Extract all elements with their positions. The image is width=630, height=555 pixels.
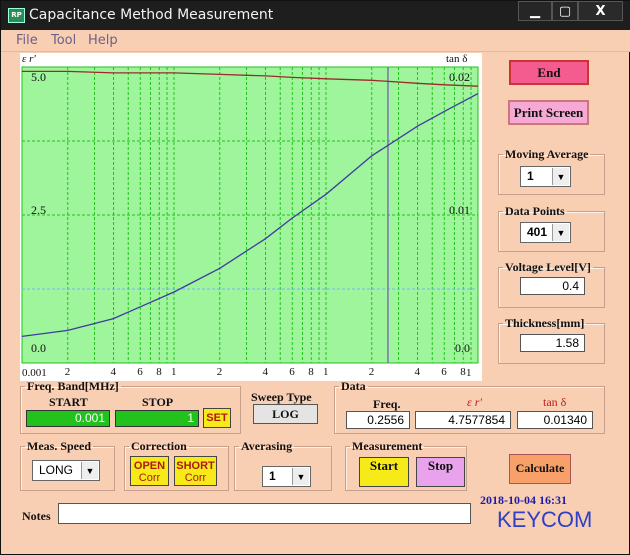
right-axis-label: tan δ <box>446 53 468 65</box>
x-tick-label: 4 <box>111 366 117 378</box>
calculate-button[interactable]: Calculate <box>509 454 571 484</box>
short-corr-line1: SHORT <box>176 460 215 472</box>
window-title: Capacitance Method Measurement <box>29 7 274 23</box>
timestamp: 2018-10-04 16:31 <box>480 493 567 507</box>
x-tick-label: 6 <box>137 366 143 378</box>
freq-value: 0.2556 <box>346 411 410 429</box>
chevron-down-icon: ▼ <box>292 468 309 485</box>
moving-average-select[interactable]: 1 ▼ <box>520 166 571 187</box>
y-right-tick-top: 0.02 <box>449 70 470 84</box>
app-icon: RP <box>8 8 25 23</box>
minimize-button[interactable]: ▁ <box>518 1 552 21</box>
x-tick-label: 4 <box>263 366 269 378</box>
x-tick-label: 2 <box>369 366 375 378</box>
x-tick-end: 1 <box>466 367 472 379</box>
menu-file[interactable]: File <box>16 33 38 48</box>
voltage-level-input[interactable]: 0.4 <box>520 277 585 295</box>
x-tick-label: 2 <box>65 366 71 378</box>
maximize-button[interactable]: ▢ <box>552 1 578 21</box>
chevron-down-icon: ▼ <box>552 168 569 185</box>
stop-freq-input[interactable]: 1 <box>115 410 199 427</box>
app-window: RP Capacitance Method Measurement ▁ ▢ X … <box>0 0 630 555</box>
meas-speed-label: Meas. Speed <box>27 439 91 453</box>
plot-canvas: 24681246812468 <box>21 66 479 378</box>
x-tick-label: 8 <box>156 366 162 378</box>
open-corr-line1: OPEN <box>133 460 166 472</box>
measurement-plot: 24681246812468 ε r' tan δ 5.0 2.5 0.0 0.… <box>20 53 482 381</box>
short-corr-line2: Corr <box>184 472 207 484</box>
meas-speed-value: LONG <box>39 463 74 477</box>
chevron-down-icon: ▼ <box>552 224 569 241</box>
menu-help[interactable]: Help <box>88 33 118 48</box>
x-tick-label: 6 <box>289 366 295 378</box>
notes-label: Notes <box>22 509 51 523</box>
start-button[interactable]: Start <box>359 457 409 487</box>
x-tick-start: 0.001 <box>22 367 47 379</box>
freq-column-label: Freq. <box>373 397 401 411</box>
averaging-label: Averasing <box>241 439 293 453</box>
data-points-label: Data Points <box>505 204 565 218</box>
sweep-type-label: Sweep Type <box>251 390 312 404</box>
measurement-label: Measurement <box>352 439 423 453</box>
close-button[interactable]: X <box>578 1 623 21</box>
x-tick-label: 1 <box>323 366 329 378</box>
freq-band-label: Freq. Band[MHz] <box>27 379 119 393</box>
data-points-select[interactable]: 401 ▼ <box>520 222 571 243</box>
tan-column-label: tan δ <box>543 395 567 409</box>
open-corr-line2: Corr <box>138 472 161 484</box>
stop-button[interactable]: Stop <box>416 457 465 487</box>
x-tick-label: 8 <box>308 366 314 378</box>
stop-label: STOP <box>142 395 174 409</box>
data-label: Data <box>341 379 366 393</box>
title-bar: RP Capacitance Method Measurement ▁ ▢ X <box>1 1 630 30</box>
thickness-label: Thickness[mm] <box>505 316 585 330</box>
notes-input[interactable] <box>58 503 471 524</box>
correction-label: Correction <box>131 439 187 453</box>
y-left-tick-top: 5.0 <box>31 70 46 84</box>
averaging-select[interactable]: 1 ▼ <box>262 466 311 487</box>
data-points-value: 401 <box>527 225 548 239</box>
y-right-tick-bottom: 0.0 <box>455 341 470 355</box>
y-left-tick-mid: 2.5 <box>31 203 46 217</box>
short-corr-button[interactable]: SHORT Corr <box>174 456 217 486</box>
meas-speed-select[interactable]: LONG ▼ <box>32 460 100 481</box>
end-button[interactable]: End <box>509 60 589 85</box>
print-screen-button[interactable]: Print Screen <box>508 100 589 125</box>
moving-average-label: Moving Average <box>505 147 589 161</box>
log-button[interactable]: LOG <box>253 404 318 424</box>
menu-bar: File Tool Help <box>1 30 630 52</box>
eps-column-label: ε r' <box>467 395 482 409</box>
y-left-tick-bottom: 0.0 <box>31 341 46 355</box>
x-tick-label: 2 <box>217 366 223 378</box>
voltage-level-label: Voltage Level[V] <box>505 260 591 274</box>
eps-value: 4.7577854 <box>415 411 511 429</box>
menu-tool[interactable]: Tool <box>51 33 76 48</box>
tan-value: 0.01340 <box>517 411 593 429</box>
averaging-value: 1 <box>269 469 276 483</box>
thickness-input[interactable]: 1.58 <box>520 334 585 352</box>
start-label: START <box>49 395 88 409</box>
open-corr-button[interactable]: OPEN Corr <box>130 456 169 486</box>
moving-average-value: 1 <box>527 169 534 183</box>
left-axis-label: ε r' <box>22 53 36 65</box>
x-tick-label: 4 <box>415 366 421 378</box>
brand-logo: KEYCOM <box>497 507 593 532</box>
x-tick-label: 1 <box>171 366 177 378</box>
set-button[interactable]: SET <box>203 408 231 428</box>
x-tick-label: 6 <box>441 366 447 378</box>
chevron-down-icon: ▼ <box>81 462 98 479</box>
y-right-tick-mid: 0.01 <box>449 203 470 217</box>
start-freq-input[interactable]: 0.001 <box>26 410 110 427</box>
